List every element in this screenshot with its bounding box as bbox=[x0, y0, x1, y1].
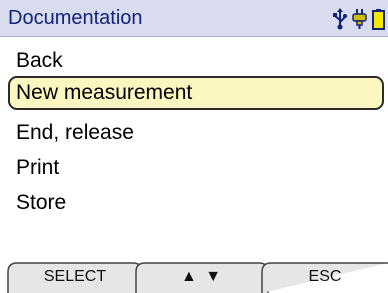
menu-item-print[interactable]: Print bbox=[8, 151, 384, 185]
softkey-esc[interactable]: ESC bbox=[262, 268, 388, 286]
battery-icon bbox=[372, 9, 385, 30]
menu-item-back[interactable]: Back bbox=[8, 44, 384, 78]
plug-icon bbox=[352, 9, 367, 29]
softkey-bar: SELECT ▲ ▼ ESC bbox=[0, 258, 388, 293]
softkey-select[interactable]: SELECT bbox=[8, 268, 142, 286]
usb-icon bbox=[333, 8, 347, 30]
menu-item-end-release[interactable]: End, release bbox=[8, 116, 384, 150]
status-icons bbox=[332, 8, 386, 30]
screen-title: Documentation bbox=[8, 7, 143, 29]
menu-item-new-measurement[interactable]: New measurement bbox=[8, 76, 384, 110]
title-bar: Documentation bbox=[0, 0, 388, 37]
menu-item-store[interactable]: Store bbox=[8, 186, 384, 220]
softkey-up-down[interactable]: ▲ ▼ bbox=[136, 268, 268, 286]
